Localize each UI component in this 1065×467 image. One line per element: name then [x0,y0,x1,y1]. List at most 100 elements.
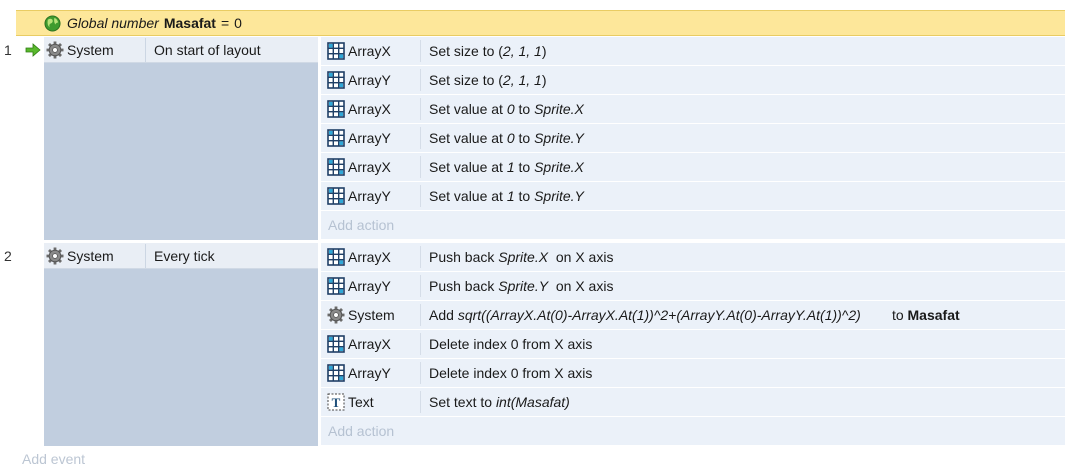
condition-object: System [67,247,114,264]
expression-text: 2, 1, 1 [502,43,542,59]
condition-divider [145,243,146,268]
array-icon [327,129,345,147]
action-object: Text [348,394,374,410]
action-text: Set size to (2, 1, 1) [429,72,547,88]
condition-column[interactable] [44,37,318,240]
expression-text: Sprite.Y [534,188,584,204]
condition-column[interactable] [44,243,318,446]
action-divider [420,333,421,355]
action-divider [420,362,421,384]
condition-object: System [67,41,114,58]
action-text-part: on X axis [548,249,614,265]
trigger-arrow-icon [25,43,41,57]
action-divider [420,246,421,268]
expression-text: sqrt((ArrayX.At(0)-ArrayX.At(1))^2+(Arra… [457,307,861,323]
condition-row[interactable]: System On start of layout [25,37,318,63]
expression-text: Sprite.Y [534,130,584,146]
expression-text: 0 [506,130,515,146]
event-number: 1 [4,42,12,58]
global-variable-row[interactable]: Global number Masafat = 0 [16,10,1065,36]
action-row[interactable]: ArrayY Set value at 0 to Sprite.Y [321,124,1065,152]
action-object: ArrayY [348,130,391,146]
action-row[interactable]: ArrayY Delete index 0 from X axis [321,359,1065,387]
action-row[interactable]: ArrayX Set value at 1 to Sprite.X [321,153,1065,181]
gear-icon [46,247,64,265]
action-text-part: Push back [429,278,499,294]
array-icon [327,42,345,60]
action-text-part: Add [429,307,458,323]
expression-text: Sprite.X [498,249,549,265]
action-object: ArrayY [348,188,391,204]
action-divider [420,98,421,120]
action-text-part: to [514,188,535,204]
condition-row[interactable]: System Every tick [44,243,318,269]
action-text-part: Set size to ( [429,72,503,88]
global-equals: = [220,15,230,31]
global-keyword: Global number [67,15,159,31]
array-icon [327,158,345,176]
action-text-part: Push back [429,249,499,265]
action-object: ArrayX [348,249,391,265]
action-text: Push back Sprite.Y on X axis [429,278,613,294]
expression-text: Sprite.Y [498,278,549,294]
expression-text: Sprite.X [534,101,584,117]
action-text-part: Set size to ( [429,43,503,59]
array-icon [327,335,345,353]
action-text-part: Set value at [429,159,507,175]
array-icon [327,187,345,205]
action-divider [420,156,421,178]
action-text-part: to [514,130,535,146]
condition-divider [145,37,146,62]
variable-name: Masafat [907,307,960,323]
expression-text: 2, 1, 1 [502,72,542,88]
action-text-part: on X axis [548,278,614,294]
action-text: Delete index 0 from X axis [429,336,592,352]
action-object: ArrayX [348,336,391,352]
globe-icon [44,14,61,32]
action-divider [420,40,421,62]
expression-text: int(Masafat) [495,394,570,410]
action-row[interactable]: ArrayY Set value at 1 to Sprite.Y [321,182,1065,210]
action-row[interactable]: ArrayY Set size to (2, 1, 1) [321,66,1065,94]
action-object: System [348,307,395,323]
action-divider [420,185,421,207]
action-row[interactable]: System Add sqrt((ArrayX.At(0)-ArrayX.At(1… [321,301,1065,329]
action-row[interactable]: T Text Set text to int(Masafat) [321,388,1065,416]
event-block: System Every tick ArrayX Push back Sprite.X… [44,243,1065,446]
array-icon [327,364,345,382]
action-row[interactable]: ArrayX Set size to (2, 1, 1) [321,37,1065,65]
add-event-link[interactable]: Add event [22,451,85,467]
add-action-link[interactable]: Add action [321,417,1065,445]
action-text: Set value at 1 to Sprite.Y [429,188,584,204]
action-text-part: Delete index 0 from X axis [429,365,593,381]
expression-text: 1 [506,159,515,175]
add-action-link[interactable]: Add action [321,211,1065,239]
action-text-part: Delete index 0 from X axis [429,336,593,352]
action-object: ArrayX [348,43,391,59]
action-row[interactable]: ArrayX Delete index 0 from X axis [321,330,1065,358]
text-icon: T [327,393,345,411]
condition-text: On start of layout [154,41,261,58]
array-icon [327,71,345,89]
action-text: Set value at 0 to Sprite.Y [429,130,584,146]
action-row[interactable]: ArrayX Push back Sprite.X on X axis [321,243,1065,271]
svg-text:T: T [332,395,341,410]
action-divider [420,275,421,297]
action-text: Set value at 1 to Sprite.X [429,159,584,175]
action-object: ArrayX [348,101,391,117]
global-variable-value: 0 [234,15,242,31]
array-icon [327,277,345,295]
array-icon [327,248,345,266]
expression-text: 0 [506,101,515,117]
action-text: Push back Sprite.X on X axis [429,249,613,265]
action-text-part: ) [541,43,547,59]
action-text: Add sqrt((ArrayX.At(0)-ArrayX.At(1))^2+(… [429,307,960,323]
action-row[interactable]: ArrayX Set value at 0 to Sprite.X [321,95,1065,123]
event-block: System On start of layout ArrayX Set size t… [25,37,1065,240]
action-text-part: to [514,101,535,117]
action-text-part: to [860,307,908,323]
expression-text: Sprite.X [534,159,584,175]
event-number: 2 [4,248,12,264]
action-text-part: Set value at [429,101,507,117]
action-row[interactable]: ArrayY Push back Sprite.Y on X axis [321,272,1065,300]
